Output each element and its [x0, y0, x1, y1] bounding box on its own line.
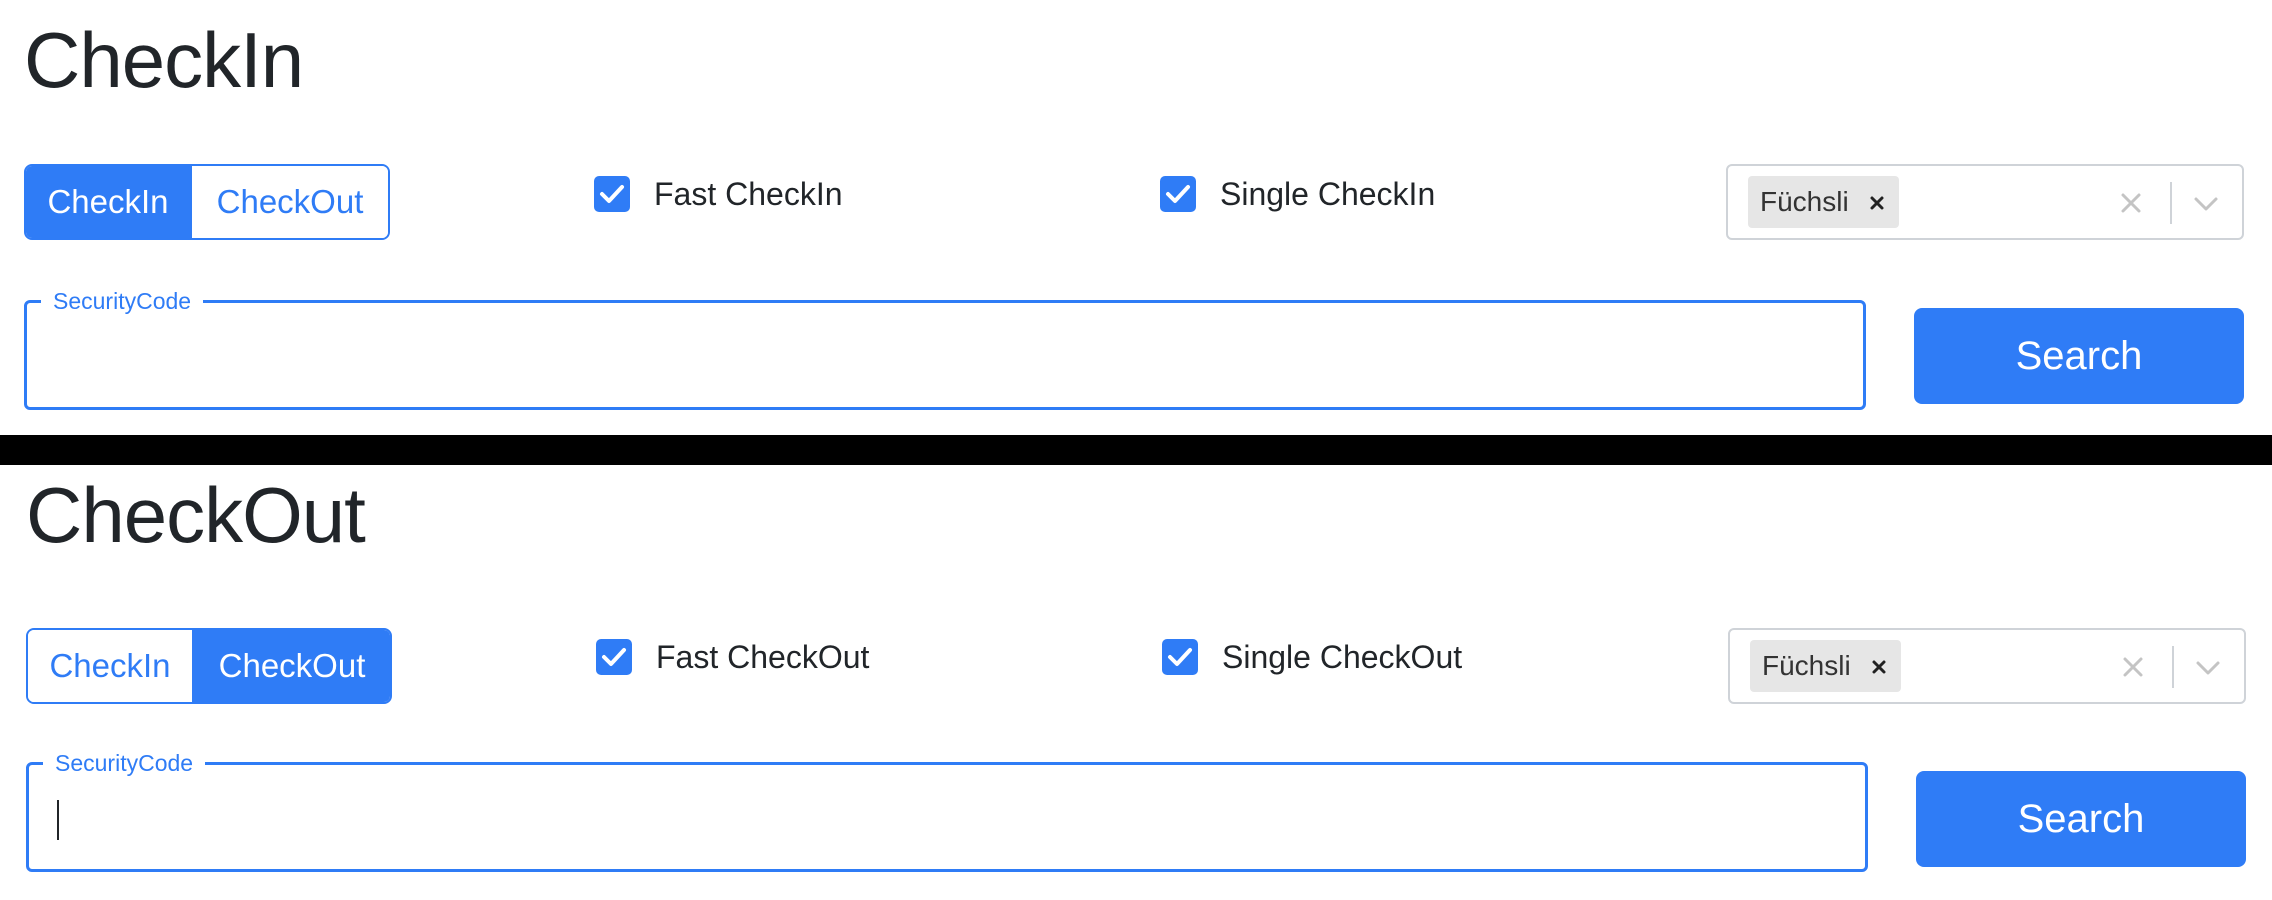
chip-label: Füchsli — [1762, 650, 1851, 681]
security-code-field: SecurityCode — [26, 751, 1868, 872]
chevron-down-icon[interactable] — [2190, 190, 2222, 218]
selected-chip: Füchsli — [1750, 640, 1901, 692]
single-checkbox-label: Single CheckOut — [1222, 638, 1463, 675]
fast-checkbox-label: Fast CheckOut — [656, 638, 870, 675]
checkmark-icon[interactable] — [1162, 639, 1198, 675]
security-code-field: SecurityCode — [24, 289, 1866, 410]
checkout-toggle-button[interactable]: CheckOut — [192, 166, 388, 238]
clear-icon[interactable] — [2116, 188, 2146, 218]
fast-checkbox[interactable]: Fast CheckIn — [594, 174, 843, 214]
single-checkbox-label: Single CheckIn — [1220, 175, 1436, 212]
select-separator — [2170, 182, 2172, 224]
single-checkbox[interactable]: Single CheckIn — [1160, 174, 1435, 214]
group-multiselect[interactable]: Füchsli — [1726, 164, 2244, 240]
security-code-input[interactable] — [29, 765, 1865, 869]
checkin-toggle-button[interactable]: CheckIn — [26, 166, 192, 238]
mode-toggle-group: CheckIn CheckOut — [24, 164, 390, 240]
checkout-panel: CheckOut CheckIn CheckOut Fast CheckOut … — [0, 465, 2272, 900]
fast-checkbox[interactable]: Fast CheckOut — [596, 637, 869, 677]
search-button[interactable]: Search — [1914, 308, 2244, 404]
fast-checkbox-label: Fast CheckIn — [654, 175, 843, 212]
close-icon[interactable] — [1869, 187, 1885, 218]
single-checkbox[interactable]: Single CheckOut — [1162, 637, 1462, 677]
search-button[interactable]: Search — [1916, 771, 2246, 867]
panel-divider — [0, 435, 2272, 465]
selected-chip: Füchsli — [1748, 176, 1899, 228]
mode-toggle-group: CheckIn CheckOut — [26, 628, 392, 704]
chevron-down-icon[interactable] — [2192, 654, 2224, 682]
checkmark-icon[interactable] — [1160, 176, 1196, 212]
checkmark-icon[interactable] — [596, 639, 632, 675]
select-separator — [2172, 646, 2174, 688]
group-multiselect[interactable]: Füchsli — [1728, 628, 2246, 704]
checkin-toggle-button[interactable]: CheckIn — [28, 630, 194, 702]
checkmark-icon[interactable] — [594, 176, 630, 212]
page-title: CheckOut — [26, 471, 366, 559]
page-title: CheckIn — [24, 16, 304, 104]
close-icon[interactable] — [1871, 651, 1887, 682]
text-cursor — [57, 800, 59, 840]
checkout-toggle-button[interactable]: CheckOut — [194, 630, 390, 702]
security-code-input[interactable] — [27, 303, 1863, 407]
checkin-panel: CheckIn CheckIn CheckOut Fast CheckIn Si… — [0, 0, 2272, 435]
chip-label: Füchsli — [1760, 186, 1849, 217]
clear-icon[interactable] — [2118, 652, 2148, 682]
